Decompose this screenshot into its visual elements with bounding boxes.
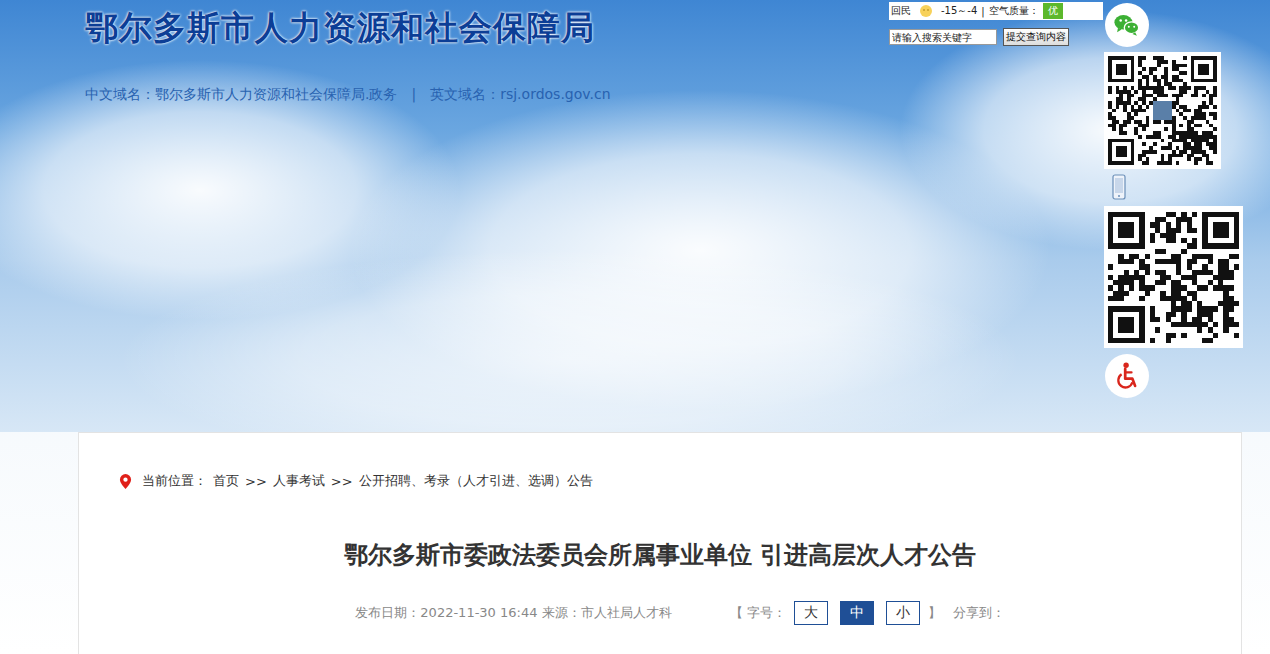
weather-widget: 回民 -15～-4 | 空气质量： 优 xyxy=(889,2,1103,20)
breadcrumb-separator: >> xyxy=(245,474,267,489)
article-card: 当前位置： 首页 >> 人事考试 >> 公开招聘、考录（人才引进、选调）公告 鄂尔多… xyxy=(78,432,1242,654)
font-size-close: 】 xyxy=(928,604,941,622)
domain-cn: 中文域名：鄂尔多斯市人力资源和社会保障局.政务 xyxy=(85,86,397,104)
weather-separator: | xyxy=(981,6,984,17)
wheelchair-icon xyxy=(1109,358,1145,394)
qr-code-icon xyxy=(1108,56,1217,165)
air-quality-badge: 优 xyxy=(1043,3,1063,19)
breadcrumb-item[interactable]: 首页 xyxy=(213,472,239,490)
air-quality-label: 空气质量： xyxy=(989,4,1039,18)
site-title[interactable]: 鄂尔多斯市人力资源和社会保障局 xyxy=(85,6,611,50)
location-pin-icon xyxy=(119,473,132,490)
article-title: 鄂尔多斯市委政法委员会所属事业单位 引进高层次人才公告 xyxy=(119,537,1201,573)
breadcrumb-item[interactable]: 人事考试 xyxy=(273,472,325,490)
top-tools: 回民 -15～-4 | 空气质量： 优 提交查询内容 xyxy=(889,2,1103,46)
article-meta: 发布日期：2022-11-30 16:44 来源：市人社局人才科 【 字号： 大… xyxy=(119,601,1201,625)
accessibility-button[interactable] xyxy=(1105,354,1149,398)
font-size-label: 【 字号： xyxy=(730,604,786,622)
wechat-icon xyxy=(1109,7,1145,43)
side-tools xyxy=(1104,3,1243,398)
breadcrumb-separator: >> xyxy=(331,474,353,489)
article-source: 来源：市人社局人才科 xyxy=(542,604,672,622)
font-size-button[interactable]: 大 xyxy=(794,601,828,625)
font-size-button[interactable]: 中 xyxy=(840,601,874,625)
wechat-button[interactable] xyxy=(1105,3,1149,47)
sun-icon xyxy=(919,4,933,18)
weather-temp: -15～-4 xyxy=(941,4,977,18)
domain-separator: | xyxy=(411,86,416,104)
domain-line: 中文域名：鄂尔多斯市人力资源和社会保障局.政务 | 英文域名：rsj.ordos… xyxy=(85,86,611,104)
mobile-icon[interactable] xyxy=(1112,174,1126,200)
share-label: 分享到： xyxy=(953,604,1005,622)
qr-code-icon xyxy=(1108,212,1239,343)
breadcrumb: 当前位置： 首页 >> 人事考试 >> 公开招聘、考录（人才引进、选调）公告 xyxy=(119,469,1201,493)
breadcrumb-label: 当前位置： xyxy=(142,472,207,490)
weather-city: 回民 xyxy=(891,4,911,18)
domain-en: 英文域名：rsj.ordos.gov.cn xyxy=(430,86,610,104)
font-size-button[interactable]: 小 xyxy=(886,601,920,625)
banner: 鄂尔多斯市人力资源和社会保障局 中文域名：鄂尔多斯市人力资源和社会保障局.政务 … xyxy=(0,0,1270,432)
search-button[interactable]: 提交查询内容 xyxy=(1003,28,1069,46)
mobile-qr-code xyxy=(1104,206,1243,348)
breadcrumb-item[interactable]: 公开招聘、考录（人才引进、选调）公告 xyxy=(359,472,593,490)
search-bar: 提交查询内容 xyxy=(889,28,1103,46)
search-input[interactable] xyxy=(889,29,997,45)
publish-date: 发布日期：2022-11-30 16:44 xyxy=(355,604,537,622)
site-brand[interactable]: 鄂尔多斯市人力资源和社会保障局 中文域名：鄂尔多斯市人力资源和社会保障局.政务 … xyxy=(85,6,611,104)
wechat-qr-code xyxy=(1104,52,1221,169)
page: 鄂尔多斯市人力资源和社会保障局 中文域名：鄂尔多斯市人力资源和社会保障局.政务 … xyxy=(0,0,1270,654)
